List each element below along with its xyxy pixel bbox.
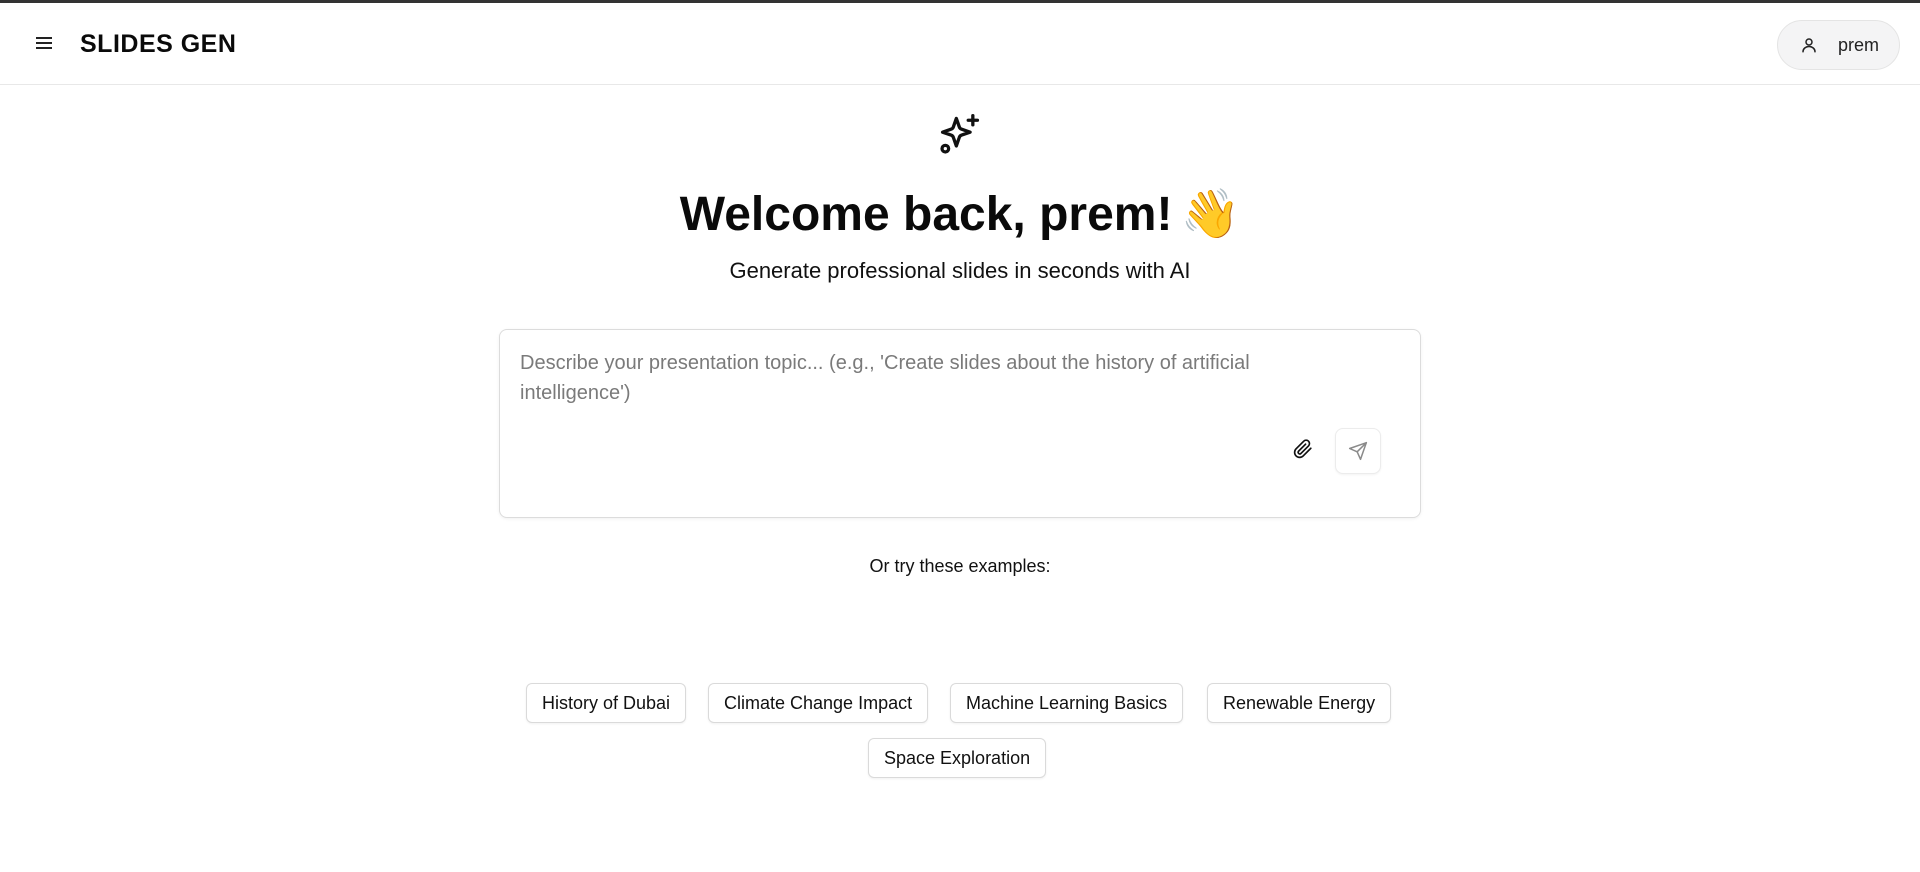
prompt-input[interactable] [520,348,1280,428]
example-chip-renewable-energy[interactable]: Renewable Energy [1207,683,1392,723]
user-icon [1802,38,1816,53]
example-chip-history-of-dubai[interactable]: History of Dubai [526,683,687,723]
brand-title[interactable]: SLIDES GEN [80,29,236,59]
sparkles-icon [940,114,980,154]
send-button[interactable] [1335,428,1381,474]
app-header: SLIDES GEN prem [0,3,1920,85]
examples-label: Or try these examples: [869,556,1051,576]
example-chip-space-exploration[interactable]: Space Exploration [868,738,1047,778]
send-icon [1348,441,1368,461]
welcome-text: Welcome back, prem! [679,188,1173,241]
hero-subtitle: Generate professional slides in seconds … [729,258,1191,283]
user-menu-button[interactable]: prem [1776,20,1900,70]
prompt-container [499,329,1421,518]
menu-button[interactable] [30,29,58,57]
attach-button[interactable] [1283,429,1323,469]
waving-hand-emoji: 👋 [1180,188,1241,241]
menu-icon [36,37,52,49]
user-name: prem [1837,34,1879,55]
welcome-heading: Welcome back, prem! 👋 [0,186,1920,244]
example-chip-climate-change-impact[interactable]: Climate Change Impact [708,683,929,723]
example-chip-machine-learning-basics[interactable]: Machine Learning Basics [950,683,1184,723]
paperclip-icon [1293,439,1312,459]
